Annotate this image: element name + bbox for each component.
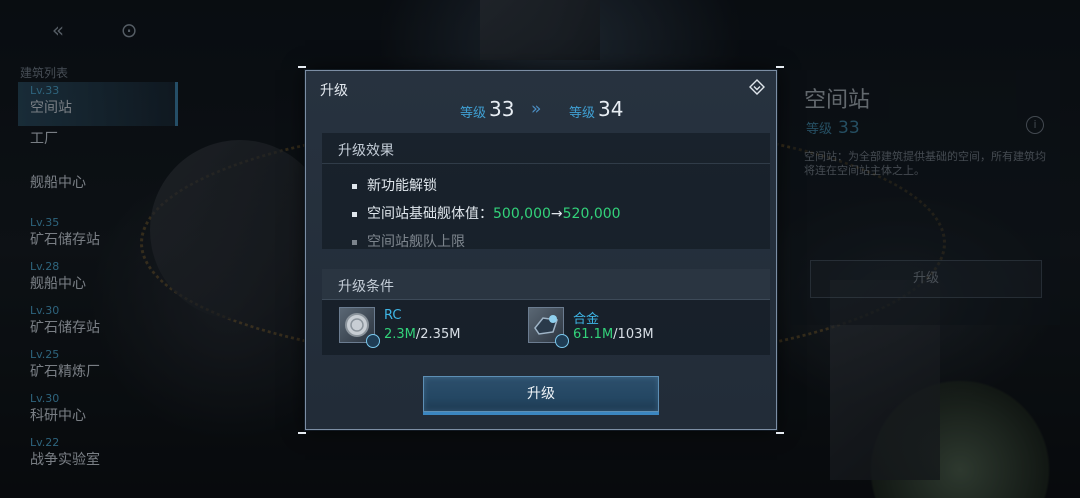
- frame-corner: [298, 66, 306, 76]
- resource-name: RC: [384, 308, 402, 323]
- double-chevron-right-icon: »: [531, 99, 542, 119]
- level-to-label: 等级: [569, 106, 596, 121]
- resource-name: 合金: [573, 312, 600, 327]
- alloy-icon: [528, 307, 569, 348]
- effect-text: 新功能解锁: [367, 178, 437, 194]
- conditions-section: 升级条件 RC 2.3M/2.35M 合金 61.1M/103M: [322, 269, 770, 355]
- resource-item[interactable]: 合金 61.1M/103M: [528, 305, 708, 349]
- effect-to-value: 520,000: [562, 206, 621, 222]
- resource-item[interactable]: RC 2.3M/2.35M: [339, 305, 519, 349]
- bullet-icon: [352, 211, 357, 217]
- effects-header: 升级效果: [322, 133, 770, 164]
- level-to-value: 34: [598, 97, 624, 121]
- level-from-label: 等级: [460, 106, 487, 121]
- resource-amount: 61.1M/103M: [573, 327, 654, 342]
- effects-title: 升级效果: [338, 143, 394, 159]
- arrow-right-icon: →: [550, 206, 563, 222]
- resource-need: /2.35M: [415, 327, 461, 342]
- effect-item: 空间站基础舰体值：500,000→520,000: [352, 203, 621, 223]
- conditions-title: 升级条件: [338, 279, 394, 295]
- effect-text: 空间站基础舰体值：: [367, 206, 493, 222]
- resource-need: /103M: [613, 327, 654, 342]
- conditions-header: 升级条件: [322, 269, 770, 300]
- effect-from-value: 500,000: [493, 206, 551, 222]
- bullet-icon: [352, 239, 357, 245]
- rc-coin-icon: [339, 307, 380, 348]
- effect-item: 新功能解锁: [352, 175, 437, 195]
- resource-have: 2.3M: [384, 327, 416, 342]
- effects-section: 升级效果 新功能解锁 空间站基础舰体值：500,000→520,000 空间站舰…: [322, 133, 770, 249]
- effect-item: 空间站舰队上限: [352, 231, 465, 249]
- effect-text: 空间站舰队上限: [367, 234, 465, 249]
- frame-corner: [298, 424, 306, 434]
- frame-corner: [776, 424, 784, 434]
- source-badge-icon: [366, 334, 380, 348]
- close-diamond-icon[interactable]: [748, 79, 766, 97]
- resource-have: 61.1M: [573, 327, 614, 342]
- upgrade-button[interactable]: 升级: [423, 376, 659, 412]
- level-from-value: 33: [489, 97, 515, 121]
- resource-amount: 2.3M/2.35M: [384, 327, 460, 342]
- frame-corner: [776, 66, 784, 76]
- level-change-row: 等级 33 » 等级 34: [306, 97, 776, 123]
- source-badge-icon: [555, 334, 569, 348]
- bullet-icon: [352, 183, 357, 189]
- upgrade-dialog: 升级 等级 33 » 等级 34 升级效果 新功能解锁 空间站基础舰体值：500…: [298, 66, 784, 434]
